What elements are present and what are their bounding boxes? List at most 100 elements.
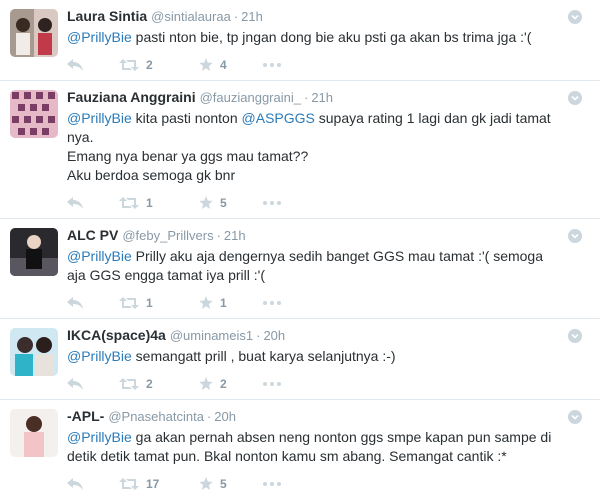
- chevron-down-icon[interactable]: [568, 10, 582, 24]
- reply-button[interactable]: [67, 372, 83, 396]
- tweet-header: Fauziana Anggraini @fauzianggraini_ · 21h: [67, 81, 570, 106]
- mention-link[interactable]: @PrillyBie: [67, 110, 132, 126]
- more-dots-icon: [263, 201, 281, 205]
- retweet-button[interactable]: 1: [119, 191, 153, 215]
- more-button[interactable]: [263, 472, 281, 496]
- retweet-icon: [119, 377, 139, 391]
- retweet-icon: [119, 296, 139, 310]
- tweet-header: ALC PV @feby_Prillvers · 21h: [67, 219, 570, 244]
- star-icon: [199, 477, 213, 491]
- user-name[interactable]: Fauziana Anggraini: [67, 89, 196, 105]
- timestamp[interactable]: 21h: [241, 9, 263, 24]
- retweet-icon: [119, 477, 139, 491]
- tweet-item[interactable]: -APL- @Pnasehatcinta · 20h @PrillyBie ga ak…: [0, 400, 600, 501]
- star-icon: [199, 377, 213, 391]
- avatar[interactable]: [10, 328, 58, 376]
- mention-link[interactable]: @ASPGGS: [242, 110, 315, 126]
- tweet-text: @PrillyBie pasti nton bie, tp jngan dong…: [67, 28, 570, 47]
- retweet-button[interactable]: 2: [119, 53, 153, 77]
- retweet-count: 1: [146, 196, 153, 210]
- tweet-header: Laura Sintia @sintialauraa · 21h: [67, 0, 570, 25]
- mention-link[interactable]: @PrillyBie: [67, 429, 132, 445]
- favorite-button[interactable]: 4: [199, 53, 227, 77]
- reply-icon: [67, 197, 83, 209]
- reply-icon: [67, 297, 83, 309]
- retweet-button[interactable]: 17: [119, 472, 159, 496]
- mention-link[interactable]: @PrillyBie: [67, 348, 132, 364]
- star-icon: [199, 296, 213, 310]
- separator-dot: ·: [233, 9, 239, 24]
- avatar[interactable]: [10, 9, 58, 57]
- user-name[interactable]: Laura Sintia: [67, 8, 147, 24]
- favorite-button[interactable]: 1: [199, 291, 227, 315]
- tweet-item[interactable]: Fauziana Anggraini @fauzianggraini_ · 21h @…: [0, 81, 600, 219]
- timestamp[interactable]: 21h: [311, 90, 333, 105]
- more-button[interactable]: [263, 372, 281, 396]
- tweet-item[interactable]: ALC PV @feby_Prillvers · 21h @PrillyBie Pri…: [0, 219, 600, 319]
- tweet-body: ga akan pernah absen neng nonton ggs smp…: [67, 429, 552, 464]
- tweet-actions: 2 4: [67, 53, 570, 77]
- mention-link[interactable]: @PrillyBie: [67, 29, 132, 45]
- tweet-actions: 2 2: [67, 372, 570, 396]
- tweet-header: -APL- @Pnasehatcinta · 20h: [67, 400, 570, 425]
- timestamp[interactable]: 20h: [214, 409, 236, 424]
- mention-link[interactable]: @PrillyBie: [67, 248, 132, 264]
- tweet-body: pasti nton bie, tp jngan dong bie aku ps…: [131, 29, 532, 45]
- favorite-count: 1: [220, 296, 227, 310]
- more-dots-icon: [263, 63, 281, 67]
- chevron-down-icon[interactable]: [568, 91, 582, 105]
- reply-button[interactable]: [67, 291, 83, 315]
- tweet-body-part: kita pasti nonton: [131, 110, 242, 126]
- reply-icon: [67, 378, 83, 390]
- more-dots-icon: [263, 382, 281, 386]
- retweet-button[interactable]: 1: [119, 291, 153, 315]
- star-icon: [199, 196, 213, 210]
- favorite-button[interactable]: 5: [199, 191, 227, 215]
- user-handle[interactable]: @fauzianggraini_: [200, 90, 301, 105]
- retweet-count: 2: [146, 58, 153, 72]
- tweet-actions: 1 5: [67, 191, 570, 215]
- timestamp[interactable]: 20h: [263, 328, 285, 343]
- user-handle[interactable]: @sintialauraa: [151, 9, 231, 24]
- user-handle[interactable]: @feby_Prillvers: [122, 228, 213, 243]
- tweet-body: semangatt prill , buat karya selanjutnya…: [131, 348, 396, 364]
- avatar[interactable]: [10, 228, 58, 276]
- tweet-actions: 1 1: [67, 291, 570, 315]
- user-name[interactable]: ALC PV: [67, 227, 118, 243]
- retweet-count: 1: [146, 296, 153, 310]
- favorite-button[interactable]: 5: [199, 472, 227, 496]
- favorite-count: 5: [220, 477, 227, 491]
- favorite-count: 4: [220, 58, 227, 72]
- user-handle[interactable]: @uminameis1: [170, 328, 253, 343]
- reply-button[interactable]: [67, 53, 83, 77]
- more-button[interactable]: [263, 53, 281, 77]
- reply-button[interactable]: [67, 191, 83, 215]
- tweet-text: @PrillyBie kita pasti nonton @ASPGGS sup…: [67, 109, 570, 185]
- user-handle[interactable]: @Pnasehatcinta: [108, 409, 204, 424]
- reply-icon: [67, 478, 83, 490]
- retweet-icon: [119, 196, 139, 210]
- chevron-down-icon[interactable]: [568, 329, 582, 343]
- favorite-count: 2: [220, 377, 227, 391]
- reply-button[interactable]: [67, 472, 83, 496]
- avatar[interactable]: [10, 409, 58, 457]
- separator-dot: ·: [303, 90, 309, 105]
- avatar[interactable]: [10, 90, 58, 138]
- more-dots-icon: [263, 482, 281, 486]
- tweet-body: Prilly aku aja dengernya sedih banget GG…: [67, 248, 544, 283]
- favorite-button[interactable]: 2: [199, 372, 227, 396]
- tweet-item[interactable]: Laura Sintia @sintialauraa · 21h @PrillyBie…: [0, 0, 600, 81]
- more-button[interactable]: [263, 191, 281, 215]
- retweet-button[interactable]: 2: [119, 372, 153, 396]
- chevron-down-icon[interactable]: [568, 229, 582, 243]
- user-name[interactable]: IKCA(space)4a: [67, 327, 166, 343]
- tweet-text: @PrillyBie semangatt prill , buat karya …: [67, 347, 570, 366]
- separator-dot: ·: [206, 409, 212, 424]
- tweet-actions: 17 5: [67, 472, 570, 496]
- more-button[interactable]: [263, 291, 281, 315]
- tweet-item[interactable]: IKCA(space)4a @uminameis1 · 20h @PrillyBie …: [0, 319, 600, 400]
- user-name[interactable]: -APL-: [67, 408, 104, 424]
- tweet-timeline: Laura Sintia @sintialauraa · 21h @PrillyBie…: [0, 0, 600, 501]
- chevron-down-icon[interactable]: [568, 410, 582, 424]
- timestamp[interactable]: 21h: [224, 228, 246, 243]
